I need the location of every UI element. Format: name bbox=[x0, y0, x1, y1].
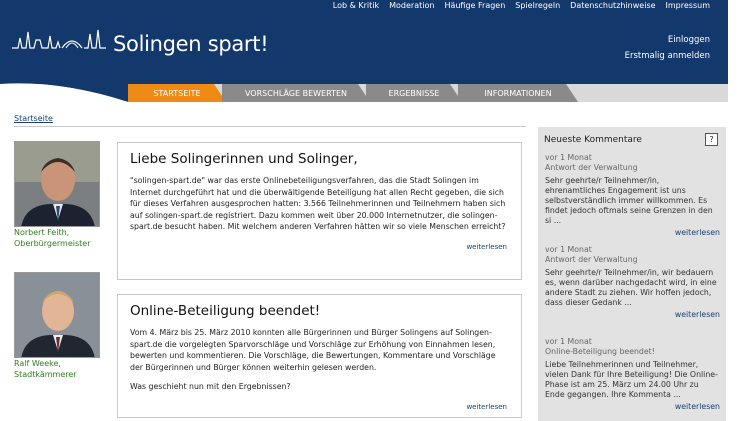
help-icon[interactable]: ? bbox=[705, 133, 718, 146]
person-role: Stadtkämmerer bbox=[14, 370, 77, 379]
top-link-lob-kritik[interactable]: Lob & Kritik bbox=[333, 1, 379, 10]
comment-item: vor 1 Monat Antwort der Verwaltung Sehr … bbox=[545, 245, 720, 319]
breadcrumb-divider bbox=[14, 126, 526, 127]
top-link-datenschutz[interactable]: Datenschutzhinweise bbox=[570, 1, 655, 10]
main-tabs: Startseite Vorschläge bewerten Ergebniss… bbox=[128, 84, 574, 102]
breadcrumb[interactable]: Startseite bbox=[14, 114, 53, 123]
article-box-welcome: Liebe Solingerinnen und Solinger, "solin… bbox=[117, 142, 522, 280]
auth-links: Einloggen Erstmalig anmelden bbox=[625, 32, 710, 64]
comment-text: Liebe Teilnehmerinnen und Teilnehmer, vi… bbox=[545, 360, 718, 399]
article-title: Liebe Solingerinnen und Solinger, bbox=[130, 151, 358, 167]
sidebar-title: Neueste Kommentare bbox=[544, 135, 642, 145]
person-mayor: Norbert Feith, Oberbürgermeister bbox=[14, 141, 100, 249]
article-title: Online-Beteiligung beendet! bbox=[130, 303, 321, 319]
read-more-link[interactable]: weiterlesen bbox=[466, 403, 507, 411]
top-navigation: Lob & Kritik Moderation Häufige Fragen S… bbox=[333, 1, 710, 10]
tab-vorschlaege-bewerten[interactable]: Vorschläge bewerten bbox=[222, 84, 370, 102]
person-name: Ralf Weeke, bbox=[14, 359, 61, 368]
comment-time: vor 1 Monat bbox=[545, 337, 592, 346]
comment-read-more[interactable]: weiterlesen bbox=[545, 402, 720, 411]
comment-text: Sehr geehrte/r Teilnehmer/in, ehrenamtli… bbox=[545, 176, 713, 225]
person-role: Oberbürgermeister bbox=[14, 239, 91, 248]
comment-text: Sehr geehrte/r Teilnehmer/in, wir bedaue… bbox=[545, 268, 717, 307]
portrait-treasurer bbox=[14, 272, 100, 358]
sidebar-latest-comments: Neueste Kommentare ? vor 1 Monat Antwort… bbox=[538, 127, 726, 421]
comment-item: vor 1 Monat Online-Beteiligung beendet! … bbox=[545, 337, 720, 411]
comment-topic[interactable]: Antwort der Verwaltung bbox=[545, 163, 720, 173]
article-question: Was geschieht nun mit den Ergebnissen? bbox=[130, 382, 291, 391]
comment-read-more[interactable]: weiterlesen bbox=[545, 310, 720, 319]
top-link-impressum[interactable]: Impressum bbox=[666, 1, 710, 10]
tab-startseite[interactable]: Startseite bbox=[128, 84, 226, 102]
solingen-skyline-logo[interactable] bbox=[12, 26, 106, 52]
article-box-ended: Online-Beteiligung beendet! Vom 4. März … bbox=[117, 294, 522, 418]
login-link[interactable]: Einloggen bbox=[625, 32, 710, 48]
comment-time: vor 1 Monat bbox=[545, 245, 592, 254]
person-treasurer: Ralf Weeke, Stadtkämmerer bbox=[14, 272, 100, 380]
tab-ergebnisse[interactable]: Ergebnisse bbox=[366, 84, 462, 102]
article-text: "solingen-spart.de" war das erste Online… bbox=[130, 176, 506, 231]
article-text: Vom 4. März bis 25. März 2010 konnten al… bbox=[130, 328, 496, 372]
comment-item: vor 1 Monat Antwort der Verwaltung Sehr … bbox=[545, 153, 720, 237]
top-link-moderation[interactable]: Moderation bbox=[389, 1, 434, 10]
top-link-spielregeln[interactable]: Spielregeln bbox=[515, 1, 560, 10]
person-name: Norbert Feith, bbox=[14, 228, 70, 237]
comment-topic[interactable]: Online-Beteiligung beendet! bbox=[545, 347, 720, 357]
read-more-link[interactable]: weiterlesen bbox=[466, 243, 507, 251]
tab-informationen[interactable]: Informationen bbox=[458, 84, 578, 102]
site-title: Solingen spart! bbox=[113, 32, 269, 56]
comment-time: vor 1 Monat bbox=[545, 153, 592, 162]
comment-read-more[interactable]: weiterlesen bbox=[545, 228, 720, 237]
top-link-faq[interactable]: Häufige Fragen bbox=[444, 1, 505, 10]
portrait-mayor bbox=[14, 141, 100, 227]
comment-topic[interactable]: Antwort der Verwaltung bbox=[545, 255, 720, 265]
